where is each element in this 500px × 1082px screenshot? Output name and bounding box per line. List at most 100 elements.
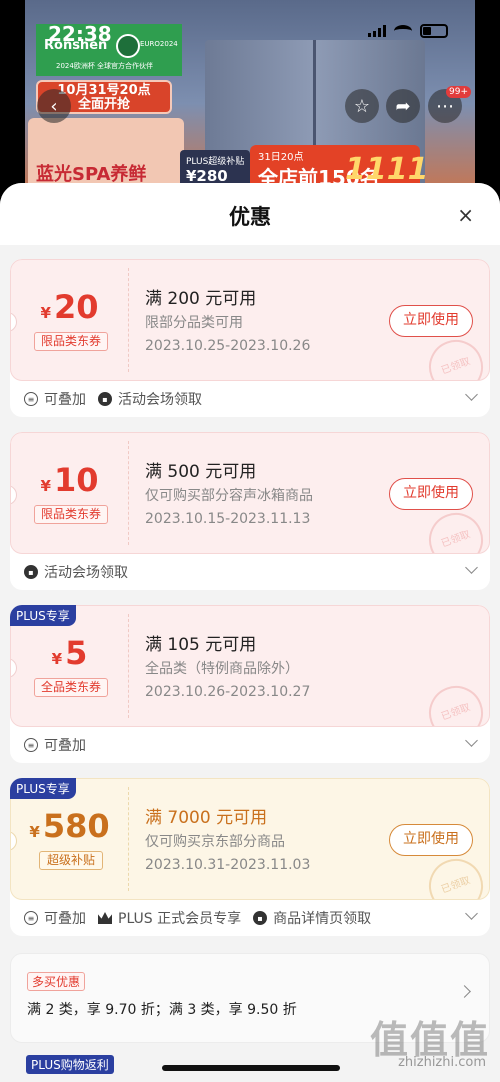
coupon-period: 2023.10.26-2023.10.27 xyxy=(145,684,311,700)
chevron-down-icon[interactable] xyxy=(465,907,478,920)
feature-label: 商品详情页领取 xyxy=(273,911,372,927)
status-icons xyxy=(368,24,448,38)
stack-icon: ≡ xyxy=(24,392,38,406)
venue-icon: ▪ xyxy=(98,392,112,406)
coupon-divider xyxy=(128,787,129,891)
coupon-scope: 仅可购买京东部分商品 xyxy=(145,834,285,850)
coupon-value: 580 xyxy=(42,807,110,845)
venue-icon: ▪ xyxy=(24,565,38,579)
received-stamp: 已领取 xyxy=(421,851,489,899)
coupon-value: 20 xyxy=(53,288,99,326)
use-now-button[interactable]: 立即使用 xyxy=(389,478,473,510)
plus-exclusive-tag: PLUS专享 xyxy=(10,778,76,799)
feature-label: PLUS 正式会员专享 xyxy=(118,911,242,927)
sheet-title: 优惠 xyxy=(229,205,271,229)
plus-subsidy-label: PLUS超级补贴 xyxy=(186,157,245,167)
coupon-body: ¥20 限品类东券 满 200 元可用 限部分品类可用 2023.10.25-2… xyxy=(10,259,490,381)
plus-exclusive-tag: PLUS专享 xyxy=(10,605,76,626)
feature-plus-member: PLUS 正式会员专享 xyxy=(98,908,241,928)
coupon-condition: 满 7000 元可用 xyxy=(145,808,268,828)
use-now-button[interactable]: 立即使用 xyxy=(389,305,473,337)
coupon-period: 2023.10.31-2023.11.03 xyxy=(145,857,311,873)
use-now-button[interactable]: 立即使用 xyxy=(389,824,473,856)
coupon-type-tag: 限品类东券 xyxy=(34,332,108,351)
received-stamp: 已领取 xyxy=(421,678,489,726)
coupon-divider xyxy=(128,268,129,372)
coupon-body: ¥580 超级补贴 满 7000 元可用 仅可购买京东部分商品 2023.10.… xyxy=(10,778,490,900)
favorite-button[interactable]: ☆ xyxy=(345,89,379,123)
coupon-value: 10 xyxy=(53,461,99,499)
coupon-features: ≡ 可叠加 xyxy=(10,727,490,763)
wifi-icon xyxy=(394,25,412,37)
coupon-amount: ¥5 xyxy=(11,634,128,672)
coupon-features: ▪ 活动会场领取 xyxy=(10,554,490,590)
coupon-scope: 仅可购买部分容声冰箱商品 xyxy=(145,488,313,504)
feature-stackable: ≡ 可叠加 xyxy=(24,735,86,755)
feature-label: 活动会场领取 xyxy=(118,392,202,408)
coupon-condition: 满 200 元可用 xyxy=(145,289,257,309)
euro-label: EURO2024 xyxy=(140,40,178,48)
crown-icon xyxy=(98,912,112,924)
coupon-card: PLUS专享 ¥580 超级补贴 满 7000 元可用 仅可购买京东部分商品 2… xyxy=(10,778,490,936)
promo-tag: 多买优惠 xyxy=(27,972,86,991)
chevron-down-icon[interactable] xyxy=(465,388,478,401)
feature-label: 可叠加 xyxy=(44,738,86,754)
coupon-type-tag: 限品类东券 xyxy=(34,505,108,524)
coupon-features: ≡ 可叠加 ▪ 活动会场领取 xyxy=(10,381,490,417)
coupon-card: ¥20 限品类东券 满 200 元可用 限部分品类可用 2023.10.25-2… xyxy=(10,259,490,417)
feature-label: 可叠加 xyxy=(44,392,86,408)
coupon-value: 5 xyxy=(65,634,88,672)
feature-stackable: ≡ 可叠加 xyxy=(24,389,86,409)
close-icon[interactable]: × xyxy=(457,203,474,227)
chevron-down-icon[interactable] xyxy=(465,734,478,747)
promo-1111: 1111 xyxy=(345,152,429,187)
venue-icon: ▪ xyxy=(253,911,268,925)
back-button[interactable]: ‹ xyxy=(37,89,71,123)
chevron-down-icon[interactable] xyxy=(465,561,478,574)
currency-symbol: ¥ xyxy=(51,650,63,668)
feature-label: 活动会场领取 xyxy=(44,565,128,581)
home-indicator[interactable] xyxy=(162,1065,340,1071)
coupon-card: PLUS专享 ¥5 全品类东券 满 105 元可用 全品类（特例商品除外） 20… xyxy=(10,605,490,763)
coupon-type-tag: 超级补贴 xyxy=(39,851,103,870)
coupon-condition: 满 105 元可用 xyxy=(145,635,257,655)
star-icon: ☆ xyxy=(353,95,371,117)
sheet-header: 优惠 × xyxy=(0,183,500,245)
coupon-type-tag: 全品类东券 xyxy=(34,678,108,697)
more-icon: ⋯ xyxy=(436,95,454,117)
coupon-body: ¥5 全品类东券 满 105 元可用 全品类（特例商品除外） 2023.10.2… xyxy=(10,605,490,727)
feature-label: 可叠加 xyxy=(44,911,86,927)
currency-symbol: ¥ xyxy=(40,304,51,322)
feature-venue: ▪ 活动会场领取 xyxy=(98,389,202,409)
plus-rebate-tag: PLUS购物返利 xyxy=(26,1055,114,1074)
received-stamp: 已领取 xyxy=(421,332,489,380)
feature-stackable: ≡ 可叠加 xyxy=(24,908,86,928)
received-stamp: 已领取 xyxy=(421,505,489,553)
signal-icon xyxy=(368,25,386,37)
stack-icon: ≡ xyxy=(24,738,38,752)
coupon-period: 2023.10.15-2023.11.13 xyxy=(145,511,311,527)
chevron-right-icon xyxy=(458,985,471,998)
currency-symbol: ¥ xyxy=(40,477,51,495)
coupon-divider xyxy=(128,441,129,545)
coupon-amount: ¥20 xyxy=(11,288,128,326)
coupon-sheet: 优惠 × ¥20 限品类东券 满 200 元可用 限部分品类可用 2023.10… xyxy=(0,183,500,1082)
coupon-card: ¥10 限品类东券 满 500 元可用 仅可购买部分容声冰箱商品 2023.10… xyxy=(10,432,490,590)
share-button[interactable]: ➦ xyxy=(386,89,420,123)
share-icon: ➦ xyxy=(395,95,411,117)
euro-badge-icon xyxy=(116,34,140,58)
stack-icon: ≡ xyxy=(24,911,38,925)
watermark-url: zhizhizhi.com xyxy=(398,1055,486,1070)
feature-detail-page: ▪ 商品详情页领取 xyxy=(253,908,371,928)
coupon-amount: ¥580 xyxy=(11,807,128,845)
coupon-scope: 全品类（特例商品除外） xyxy=(145,661,299,677)
feature-venue: ▪ 活动会场领取 xyxy=(24,562,128,582)
coupon-period: 2023.10.25-2023.10.26 xyxy=(145,338,311,354)
promo-description: 满 2 类，享 9.70 折；满 3 类，享 9.50 折 xyxy=(27,1002,297,1018)
brand-logo: Ronshen xyxy=(44,38,108,53)
coupon-body: ¥10 限品类东券 满 500 元可用 仅可购买部分容声冰箱商品 2023.10… xyxy=(10,432,490,554)
coupon-scope: 限部分品类可用 xyxy=(145,315,243,331)
coupon-condition: 满 500 元可用 xyxy=(145,462,257,482)
battery-icon xyxy=(420,24,448,38)
currency-symbol: ¥ xyxy=(29,823,40,841)
